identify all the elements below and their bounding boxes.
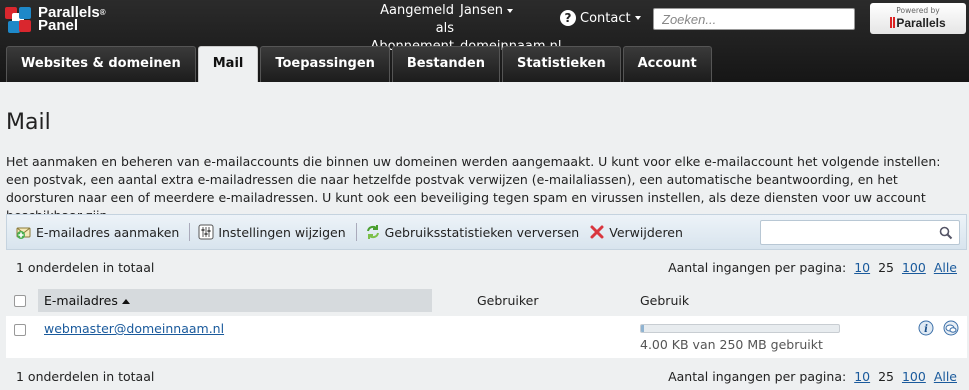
sort-ascending-icon bbox=[121, 299, 130, 304]
top-header: Parallels® Panel Aangemeld als Jansen Ab… bbox=[0, 0, 969, 82]
per-page-100[interactable]: 100 bbox=[902, 260, 926, 275]
powered-by-parallels[interactable]: Powered by Parallels bbox=[870, 3, 966, 34]
main-tabs: Websites & domeinen Mail Toepassingen Be… bbox=[6, 46, 714, 82]
main-content: Mail Het aanmaken en beheren van e-maila… bbox=[0, 82, 969, 390]
list-search-input[interactable] bbox=[760, 220, 960, 245]
refresh-icon bbox=[366, 225, 379, 239]
per-page-selector: Aantal ingangen per pagina: 10 25 100 Al… bbox=[668, 260, 957, 275]
per-page-100[interactable]: 100 bbox=[902, 369, 926, 384]
search-input[interactable] bbox=[653, 8, 855, 30]
parallels-panel-logo[interactable]: Parallels® Panel bbox=[5, 5, 106, 35]
toolbar-divider bbox=[189, 223, 191, 241]
column-header-email[interactable]: E-mailadres bbox=[38, 289, 432, 312]
row-checkbox[interactable] bbox=[14, 324, 26, 336]
add-mail-icon bbox=[16, 227, 31, 239]
tab-statistics[interactable]: Statistieken bbox=[501, 46, 621, 82]
email-address-link[interactable]: webmaster@domeinnaam.nl bbox=[44, 321, 224, 336]
usage-progress-bar bbox=[640, 324, 840, 333]
tab-files[interactable]: Bestanden bbox=[391, 46, 500, 82]
delete-x-icon bbox=[590, 225, 604, 239]
tab-applications[interactable]: Toepassingen bbox=[260, 46, 390, 82]
settings-sliders-icon bbox=[198, 224, 214, 240]
per-page-all[interactable]: Alle bbox=[934, 369, 957, 384]
contact-menu[interactable]: ? Contact bbox=[560, 10, 641, 26]
per-page-all[interactable]: Alle bbox=[934, 260, 957, 275]
change-settings-button[interactable]: Instellingen wijzigen bbox=[198, 224, 346, 240]
per-page-selector-bottom: Aantal ingangen per pagina: 10 25 100 Al… bbox=[668, 369, 957, 384]
svg-text:i: i bbox=[924, 324, 928, 335]
table-header: E-mailadres Gebruiker Gebruik bbox=[6, 285, 967, 315]
mail-toolbar: E-mailadres aanmaken Instellingen wijzig… bbox=[6, 214, 967, 250]
chevron-down-icon bbox=[507, 8, 514, 13]
column-header-usage: Gebruik bbox=[640, 293, 690, 308]
tab-account[interactable]: Account bbox=[622, 46, 712, 82]
delete-button[interactable]: Verwijderen bbox=[589, 224, 683, 240]
refresh-usage-button[interactable]: Gebruiksstatistieken verversen bbox=[365, 224, 579, 240]
items-total-bottom: 1 onderdelen in totaal bbox=[16, 369, 155, 384]
page-title: Mail bbox=[6, 110, 51, 135]
tab-mail[interactable]: Mail bbox=[197, 46, 259, 82]
per-page-25-current: 25 bbox=[878, 260, 894, 275]
search-icon[interactable] bbox=[939, 226, 953, 240]
mail-settings-icon[interactable] bbox=[943, 320, 959, 336]
usage-text: 4.00 KB van 250 MB gebruikt bbox=[640, 337, 823, 352]
logo-text: Parallels® Panel bbox=[38, 4, 106, 34]
toolbar-divider bbox=[355, 223, 357, 241]
logged-in-label: Aangemeld als bbox=[380, 3, 454, 36]
per-page-25-current: 25 bbox=[878, 369, 894, 384]
table-row: webmaster@domeinnaam.nl 4.00 KB van 250 … bbox=[6, 316, 967, 358]
per-page-10[interactable]: 10 bbox=[854, 369, 870, 384]
chevron-down-icon bbox=[634, 16, 641, 20]
select-all-checkbox[interactable] bbox=[14, 295, 26, 307]
per-page-10[interactable]: 10 bbox=[854, 260, 870, 275]
items-total: 1 onderdelen in totaal bbox=[16, 260, 155, 275]
parallels-logo-icon bbox=[5, 5, 35, 35]
user-menu[interactable]: Jansen bbox=[460, 2, 514, 38]
create-email-button[interactable]: E-mailadres aanmaken bbox=[16, 224, 179, 240]
info-icon[interactable]: i bbox=[918, 320, 934, 336]
column-header-user: Gebruiker bbox=[477, 293, 539, 308]
help-icon: ? bbox=[560, 10, 576, 26]
tab-websites-domains[interactable]: Websites & domeinen bbox=[6, 46, 196, 82]
